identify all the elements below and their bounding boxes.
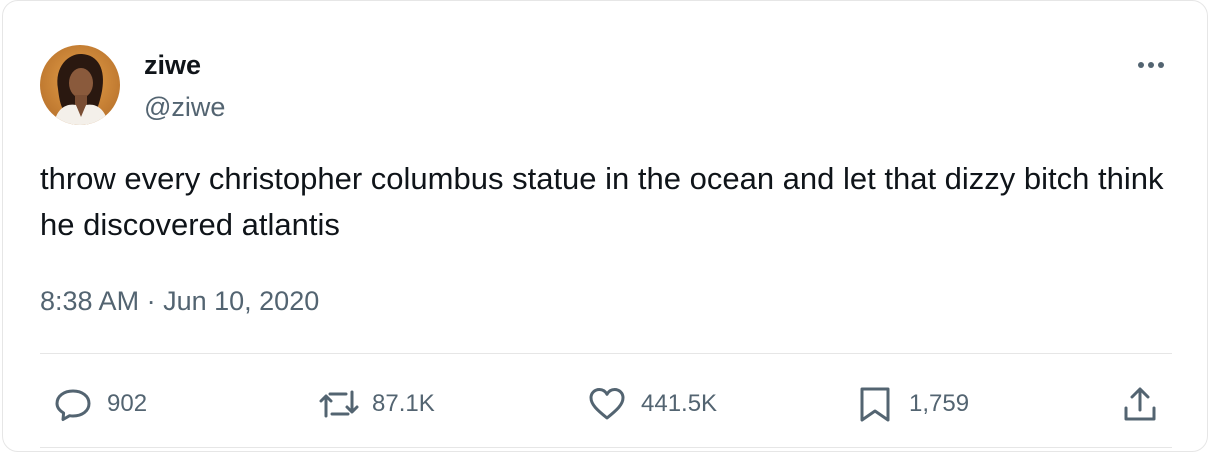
like-button[interactable]: 441.5K bbox=[587, 384, 717, 424]
heart-icon bbox=[587, 384, 627, 424]
bookmark-button[interactable]: 1,759 bbox=[855, 384, 969, 424]
user-handle[interactable]: @ziwe bbox=[144, 90, 225, 124]
retweet-button[interactable]: 87.1K bbox=[316, 384, 435, 424]
reply-count: 902 bbox=[107, 390, 148, 417]
tweet-card: ziwe @ziwe throw every christopher colum… bbox=[2, 0, 1208, 452]
tweet-date: Jun 10, 2020 bbox=[163, 286, 320, 316]
share-button[interactable] bbox=[1120, 384, 1160, 424]
meta-separator: · bbox=[146, 286, 156, 316]
bookmark-icon bbox=[855, 384, 895, 424]
tweet-text: throw every christopher columbus statue … bbox=[40, 161, 1164, 242]
bookmark-count: 1,759 bbox=[909, 390, 970, 417]
tweet-timestamp[interactable]: 8:38 AM · Jun 10, 2020 bbox=[40, 283, 319, 319]
tweet-time: 8:38 AM bbox=[40, 286, 140, 316]
more-dots-icon bbox=[1138, 62, 1164, 68]
display-name[interactable]: ziwe bbox=[144, 48, 201, 82]
retweet-icon bbox=[316, 384, 362, 424]
divider bbox=[40, 353, 1172, 354]
more-options-button[interactable] bbox=[1133, 51, 1173, 75]
reply-button[interactable]: 902 bbox=[53, 384, 147, 424]
bottom-divider bbox=[40, 447, 1172, 448]
like-count: 441.5K bbox=[641, 390, 718, 417]
avatar[interactable] bbox=[40, 45, 120, 125]
share-icon bbox=[1120, 384, 1160, 424]
retweet-count: 87.1K bbox=[372, 390, 435, 417]
reply-icon bbox=[53, 384, 93, 424]
profile-photo-icon bbox=[40, 45, 120, 125]
